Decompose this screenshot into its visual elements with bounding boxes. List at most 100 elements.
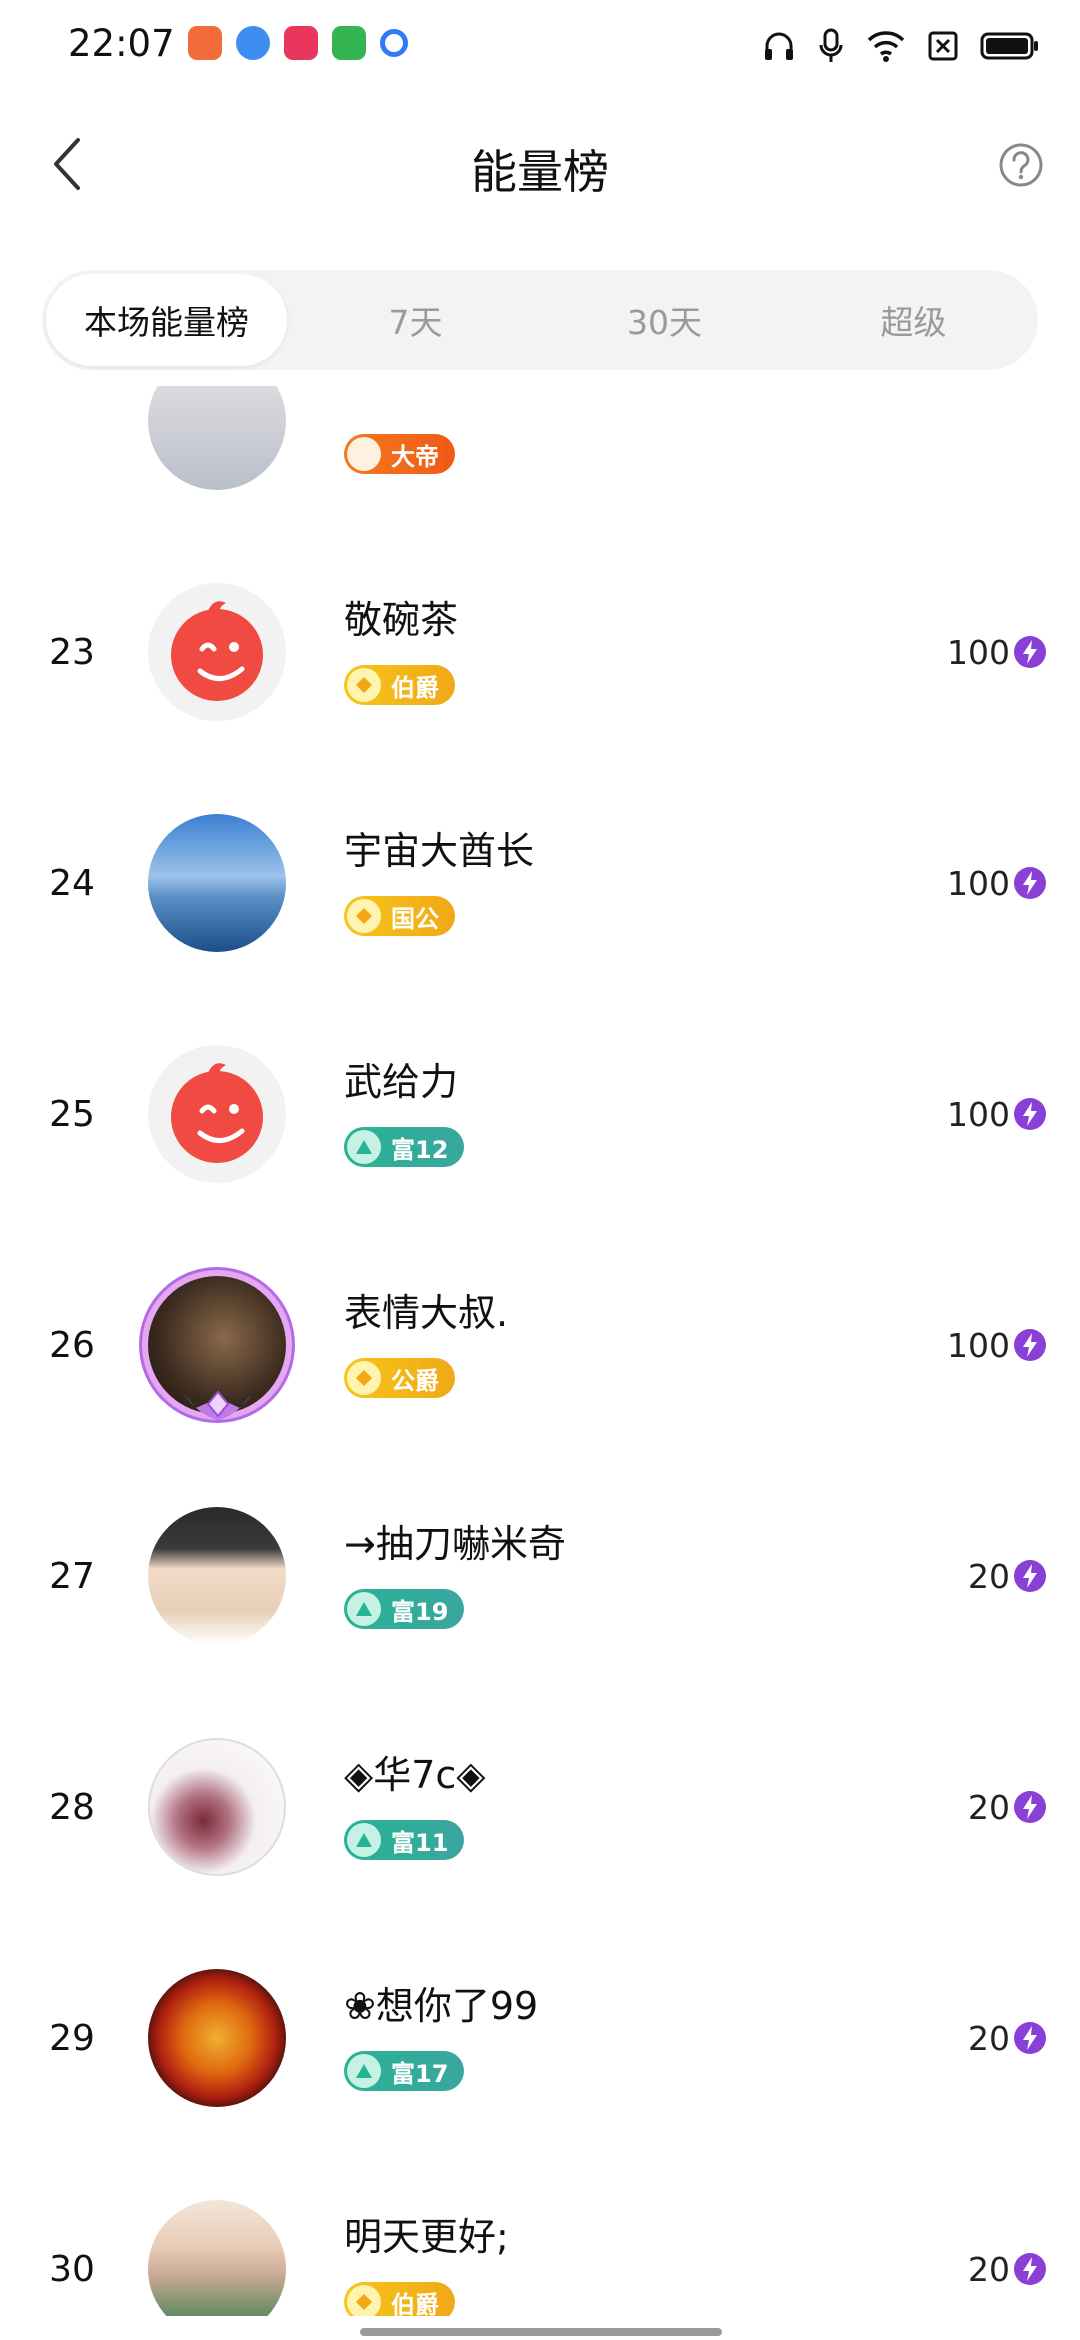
energy-icon — [1014, 2022, 1046, 2054]
diamond-icon — [347, 2285, 381, 2316]
home-indicator[interactable] — [360, 2328, 722, 2336]
avatar[interactable] — [148, 1738, 286, 1876]
energy-score: 100 — [947, 1095, 1010, 1134]
battery-icon — [980, 32, 1038, 60]
tab-current-session[interactable]: 本场能量榜 — [46, 274, 287, 366]
energy-icon — [1014, 1329, 1046, 1361]
badge-label: 公爵 — [391, 1366, 439, 1395]
tab-30-days[interactable]: 30天 — [544, 274, 785, 366]
energy-icon — [1014, 1791, 1046, 1823]
status-indicators — [762, 28, 1040, 64]
default-avatar-icon — [171, 601, 263, 701]
headset-icon — [765, 32, 793, 60]
status-bar: 22:07 — [0, 0, 1080, 96]
list-item[interactable]: 28 ◈华7c◈ 富11 20 — [0, 1692, 1080, 1923]
leaderboard-tabs: 本场能量榜 7天 30天 超级 — [42, 270, 1038, 370]
video-app-icon — [188, 26, 222, 60]
badge-label: 国公 — [391, 904, 439, 933]
play-app-icon — [284, 26, 318, 60]
leaderboard-list[interactable]: 大帝 23 敬碗茶 伯爵 100 24 宇宙大酋长 国公 100 25 武给力 … — [0, 386, 1080, 2316]
triangle-icon — [347, 1823, 381, 1857]
default-avatar-icon — [171, 1063, 263, 1163]
list-item[interactable]: 25 武给力 富12 100 — [0, 999, 1080, 1230]
browser-app-icon — [236, 26, 270, 60]
energy-score: 100 — [947, 633, 1010, 672]
list-item[interactable]: 30 明天更好; 伯爵 20 — [0, 2154, 1080, 2316]
page-title: 能量榜 — [471, 145, 609, 199]
rank-number: 28 — [49, 1787, 95, 1828]
diamond-icon — [347, 668, 381, 702]
mic-icon — [819, 28, 843, 62]
app-header: 能量榜 — [0, 96, 1080, 236]
energy-score: 100 — [947, 1326, 1010, 1365]
user-name: 宇宙大酋长 — [344, 829, 535, 873]
user-name: 明天更好; — [344, 2215, 509, 2259]
avatar[interactable] — [148, 1045, 286, 1183]
badge-label: 富11 — [391, 1828, 449, 1857]
question-circle-icon[interactable] — [998, 142, 1044, 188]
level-badge: 富11 — [344, 1820, 465, 1860]
rank-number: 24 — [49, 863, 95, 904]
triangle-icon — [347, 2054, 381, 2088]
avatar-frame-icon — [184, 1390, 252, 1420]
status-time: 22:07 — [68, 22, 175, 65]
energy-score: 20 — [968, 2250, 1010, 2289]
energy-icon — [1014, 1560, 1046, 1592]
user-name: 表情大叔. — [344, 1291, 509, 1335]
level-badge: 伯爵 — [344, 665, 455, 705]
tab-7-days[interactable]: 7天 — [295, 274, 536, 366]
rank-number: 30 — [49, 2249, 95, 2290]
list-item[interactable]: 29 ❀想你了99 富17 20 — [0, 1923, 1080, 2154]
triangle-icon — [347, 1592, 381, 1626]
user-name: 武给力 — [344, 1060, 459, 1104]
avatar[interactable] — [148, 1507, 286, 1645]
list-item[interactable]: 24 宇宙大酋长 国公 100 — [0, 768, 1080, 999]
triangle-icon — [347, 1130, 381, 1164]
tab-super[interactable]: 超级 — [793, 274, 1034, 366]
wifi-icon — [867, 31, 905, 62]
badge-label: 伯爵 — [391, 2290, 439, 2317]
energy-icon — [1014, 2253, 1046, 2285]
level-badge: 富12 — [344, 1127, 465, 1167]
energy-score: 20 — [968, 2019, 1010, 2058]
badge-label: 富19 — [391, 1597, 449, 1626]
level-badge: 公爵 — [344, 1358, 455, 1398]
level-badge: 国公 — [344, 896, 455, 936]
diamond-icon — [347, 899, 381, 933]
rank-number: 26 — [49, 1325, 95, 1366]
badge-label: 富17 — [391, 2059, 449, 2088]
avatar[interactable] — [148, 1969, 286, 2107]
level-badge: 富17 — [344, 2051, 465, 2091]
badge-label: 伯爵 — [391, 673, 439, 702]
avatar[interactable] — [148, 814, 286, 952]
badge-label: 富12 — [391, 1135, 449, 1164]
avatar[interactable] — [148, 2200, 286, 2316]
energy-icon — [1014, 867, 1046, 899]
badge-label: 大帝 — [391, 442, 439, 471]
crown-icon — [347, 437, 381, 471]
level-badge: 富19 — [344, 1589, 465, 1629]
list-item[interactable]: 23 敬碗茶 伯爵 100 — [0, 537, 1080, 768]
notification-app-icons — [188, 26, 408, 60]
user-name: ❀想你了99 — [344, 1984, 539, 2028]
energy-score: 20 — [968, 1788, 1010, 1827]
energy-score: 100 — [947, 864, 1010, 903]
rank-number: 25 — [49, 1094, 95, 1135]
energy-icon — [1014, 636, 1046, 668]
level-badge: 伯爵 — [344, 2282, 455, 2316]
search-app-icon — [380, 29, 408, 57]
energy-score: 20 — [968, 1557, 1010, 1596]
user-name: ◈华7c◈ — [344, 1753, 486, 1797]
user-name: 敬碗茶 — [344, 598, 459, 642]
list-item[interactable]: 26 表情大叔. 公爵 100 — [0, 1230, 1080, 1461]
avatar[interactable] — [148, 386, 286, 490]
list-item[interactable]: 大帝 — [0, 386, 1080, 537]
energy-icon — [1014, 1098, 1046, 1130]
sim-off-icon — [928, 31, 958, 61]
rank-number: 27 — [49, 1556, 95, 1597]
store-app-icon — [332, 26, 366, 60]
rank-number: 23 — [49, 632, 95, 673]
list-item[interactable]: 27 →抽刀嚇米奇 富19 20 — [0, 1461, 1080, 1692]
diamond-icon — [347, 1361, 381, 1395]
avatar[interactable] — [148, 583, 286, 721]
